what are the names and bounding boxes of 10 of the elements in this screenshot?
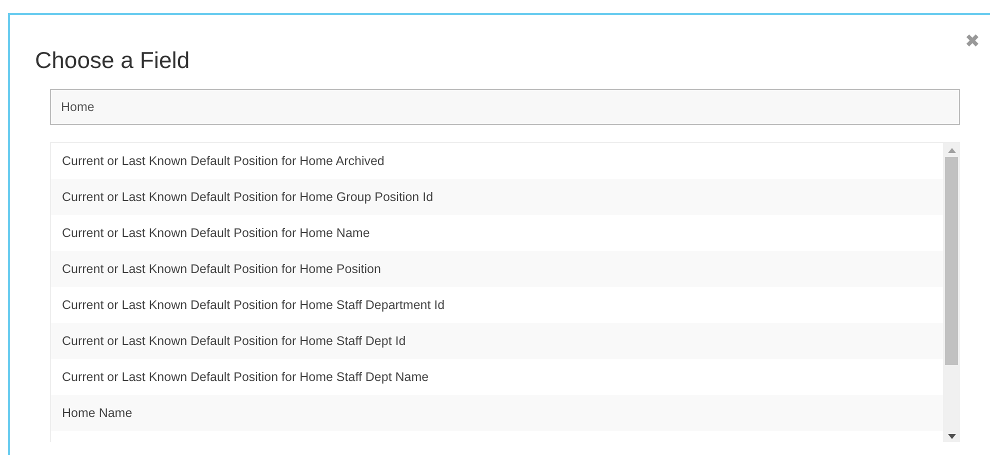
scroll-thumb[interactable] bbox=[945, 157, 958, 365]
scroll-up-icon[interactable] bbox=[948, 148, 956, 153]
search-field[interactable]: Home bbox=[50, 89, 960, 125]
scrollbar[interactable] bbox=[943, 143, 960, 442]
field-option[interactable]: Home Name bbox=[51, 395, 943, 431]
field-option[interactable]: Current or Last Known Default Position for Home Group Position Id bbox=[51, 179, 943, 215]
dialog-title: Choose a Field bbox=[35, 47, 190, 74]
scroll-down-icon[interactable] bbox=[948, 434, 956, 439]
field-option[interactable]: Current or Last Known Default Position for Home Position bbox=[51, 251, 943, 287]
field-option[interactable]: Current or Last Known Default Position for Home Staff Dept Id bbox=[51, 323, 943, 359]
